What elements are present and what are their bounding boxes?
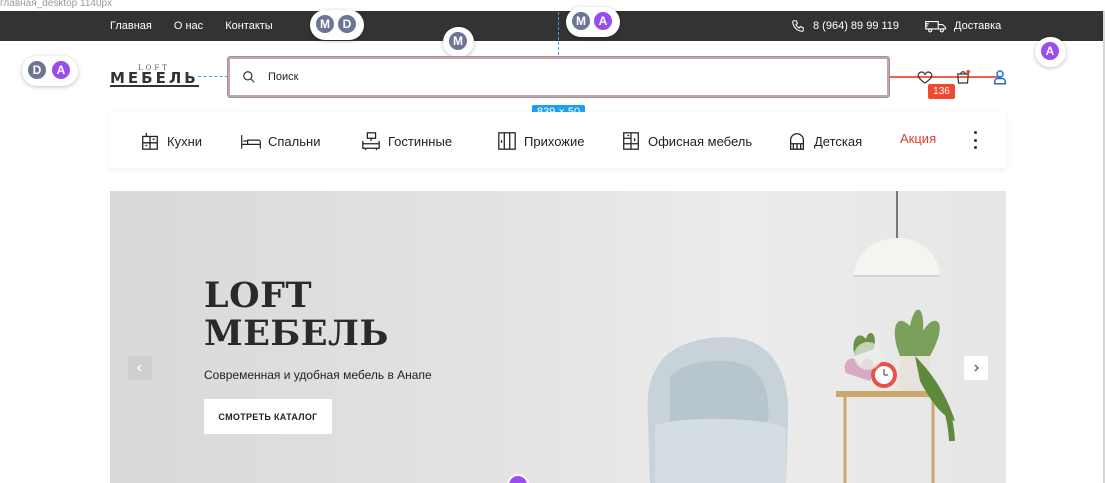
- frame-label: главная_desktop 1140px: [0, 0, 113, 9]
- category-kids[interactable]: Детская: [786, 131, 862, 151]
- living-room-icon: [362, 132, 380, 151]
- chevron-left-icon: [136, 364, 142, 372]
- slider-next-button[interactable]: [964, 356, 988, 380]
- category-label: Спальни: [268, 133, 321, 149]
- category-nav: Кухни Спальни Гостинные Прихожие Офисная…: [110, 112, 1006, 168]
- category-label: Кухни: [167, 133, 203, 149]
- crib-icon: [790, 133, 804, 150]
- hero-subtitle: Современная и удобная мебель в Анапе: [204, 368, 432, 382]
- avatar[interactable]: D: [336, 13, 358, 35]
- delivery-label: Доставка: [954, 20, 1002, 32]
- category-living-rooms[interactable]: Гостинные: [360, 131, 452, 151]
- phone-link[interactable]: 8 (964) 89 99 119: [791, 11, 899, 41]
- guide-line: [198, 76, 228, 77]
- avatar[interactable]: A: [592, 10, 614, 32]
- logo[interactable]: LOFT МЕБЕЛЬ: [110, 64, 200, 88]
- cart-icon[interactable]: [954, 68, 972, 86]
- user-icon[interactable]: [991, 68, 1009, 86]
- category-hallways[interactable]: Прихожие: [496, 131, 584, 151]
- office-icon: [623, 132, 639, 150]
- logo-text: МЕБЕЛЬ: [110, 69, 199, 87]
- category-bedrooms[interactable]: Спальни: [240, 131, 320, 151]
- category-label: Гостинные: [388, 133, 453, 149]
- kitchen-icon: [142, 132, 158, 150]
- search-placeholder: Поиск: [268, 71, 299, 83]
- category-label: Офисная мебель: [648, 133, 753, 149]
- category-label: Детская: [814, 133, 863, 149]
- category-label: Прихожие: [524, 133, 585, 149]
- avatar[interactable]: A: [50, 59, 72, 81]
- top-nav-home[interactable]: Главная: [110, 20, 152, 32]
- hero-banner: LOFT МЕБЕЛЬ Современная и удобная мебель …: [110, 191, 1006, 483]
- avatar[interactable]: M: [314, 13, 336, 35]
- truck-icon: [925, 21, 947, 33]
- phone-icon: [792, 20, 804, 32]
- category-office[interactable]: Офисная мебель: [620, 131, 752, 151]
- top-nav: Главная О нас Контакты: [110, 11, 295, 41]
- chevron-right-icon: [974, 364, 980, 372]
- avatar[interactable]: A: [1039, 40, 1061, 62]
- category-sale[interactable]: Акция: [900, 131, 936, 146]
- avatar[interactable]: M: [447, 30, 469, 52]
- catalog-button[interactable]: СМОТРЕТЬ КАТАЛОГ: [204, 399, 332, 434]
- guide-line: [558, 12, 559, 55]
- delivery-link[interactable]: Доставка: [925, 11, 1001, 41]
- search-icon: [243, 71, 255, 83]
- search-input[interactable]: Поиск: [227, 56, 890, 98]
- category-label: Акция: [900, 131, 937, 146]
- hallway-icon: [498, 132, 516, 150]
- bed-icon: [241, 135, 261, 149]
- avatar[interactable]: M: [570, 10, 592, 32]
- slider-prev-button[interactable]: [128, 356, 152, 380]
- selection-line: [889, 76, 1001, 78]
- top-nav-contacts[interactable]: Контакты: [225, 20, 273, 32]
- top-bar: Главная О нас Контакты 8 (964) 89 99 119…: [0, 11, 1103, 41]
- phone-number: 8 (964) 89 99 119: [813, 20, 900, 32]
- category-kitchens[interactable]: Кухни: [139, 131, 202, 151]
- avatar[interactable]: D: [26, 59, 48, 81]
- more-menu-icon[interactable]: [973, 131, 977, 149]
- cart-count-badge: 136: [928, 84, 955, 99]
- top-nav-about[interactable]: О нас: [174, 20, 203, 32]
- hero-title: LOFT МЕБЕЛЬ: [204, 275, 389, 354]
